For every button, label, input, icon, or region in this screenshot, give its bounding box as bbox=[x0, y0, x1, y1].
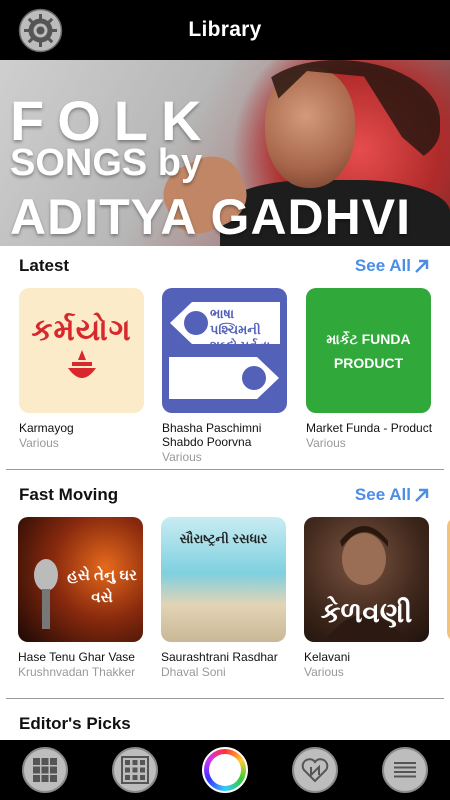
item-title: Hase Tenu Ghar Vase bbox=[18, 650, 135, 664]
grid-alt-icon[interactable] bbox=[112, 747, 158, 793]
section-editors-picks: Editor's Picks bbox=[0, 704, 450, 740]
arrow-up-right-icon bbox=[415, 488, 429, 502]
banner-line-3: ADITYA GADHVI bbox=[10, 189, 412, 245]
list-item[interactable]: કર્મયોગ Karmayog Various bbox=[19, 288, 149, 450]
arrow-up-right-icon bbox=[415, 259, 429, 273]
list-item[interactable]: કેળવણી Kelavani Various bbox=[304, 517, 434, 679]
banner-line-2: SONGS by bbox=[10, 142, 203, 184]
settings-icon[interactable] bbox=[18, 8, 63, 53]
item-title: Saurashtrani Rasdhar bbox=[161, 650, 278, 664]
section-title: Latest bbox=[19, 256, 70, 275]
list-item[interactable]: ભાષા પશ્ચિમની શબ્દો પૂર્વના Bhasha Pasch… bbox=[162, 288, 292, 464]
cover-title: માર્કેટ FUNDA PRODUCT bbox=[326, 330, 411, 371]
section-title: Editor's Picks bbox=[19, 714, 131, 733]
see-all-link[interactable]: See All bbox=[355, 485, 430, 505]
item-author: Various bbox=[306, 436, 346, 450]
tile-row: કર્મયોગ Karmayog Various ભાષા પશ્ચિમની શ… bbox=[0, 288, 450, 468]
bottom-nav bbox=[0, 740, 450, 800]
item-title: Karmayog bbox=[19, 421, 74, 435]
lamp-icon bbox=[67, 349, 96, 378]
cover-title: હસે તેનુ ઘર વસે bbox=[67, 567, 137, 606]
item-title: Market Funda - Product bbox=[306, 421, 433, 435]
color-wheel-center bbox=[209, 754, 241, 786]
item-author: Various bbox=[162, 450, 202, 464]
color-wheel-icon[interactable] bbox=[202, 747, 248, 793]
heart-icon[interactable] bbox=[292, 747, 338, 793]
cover-title: કર્મયોગ bbox=[31, 313, 132, 347]
cover-image: સૌરાષ્ટ્રની રસધાર bbox=[161, 517, 286, 642]
divider bbox=[6, 698, 444, 699]
see-all-label: See All bbox=[354, 485, 411, 504]
see-all-link[interactable]: See All bbox=[355, 256, 430, 276]
section-title: Fast Moving bbox=[19, 485, 119, 504]
see-all-label: See All bbox=[354, 256, 411, 275]
cover-image: ભાષા પશ્ચિમની શબ્દો પૂર્વના bbox=[162, 288, 287, 413]
grid-icon[interactable] bbox=[22, 747, 68, 793]
cover-title: કેળવણી bbox=[320, 597, 413, 628]
menu-lines-icon[interactable] bbox=[382, 747, 428, 793]
cover-image: કેળવણી bbox=[304, 517, 429, 642]
item-author: Dhaval Soni bbox=[161, 665, 226, 679]
section-fast-moving: Fast Moving See All હસે તેનુ ઘર વસે Hase… bbox=[0, 475, 450, 700]
cover-image: માર્કેટ FUNDA PRODUCT bbox=[306, 288, 431, 413]
cover-title: સૌરાષ્ટ્રની રસધાર bbox=[179, 531, 268, 546]
divider bbox=[6, 469, 444, 470]
cover-title: ભાષા પશ્ચિમની શબ્દો પૂર્વના bbox=[210, 306, 271, 353]
list-item[interactable]: હસે તેનુ ઘર વસે Hase Tenu Ghar Vase Krus… bbox=[18, 517, 148, 679]
featured-banner[interactable]: FOLK SONGS by ADITYA GADHVI bbox=[0, 60, 450, 246]
list-item[interactable]: સૌરાષ્ટ્રની રસધાર Saurashtrani Rasdhar D… bbox=[161, 517, 291, 679]
tile-row: હસે તેનુ ઘર વસે Hase Tenu Ghar Vase Krus… bbox=[0, 517, 450, 697]
list-item[interactable]: માર્કેટ FUNDA PRODUCT Market Funda - Pro… bbox=[306, 288, 436, 450]
cover-image: કર્મયોગ bbox=[19, 288, 144, 413]
page-title: Library bbox=[188, 18, 262, 41]
item-author: Various bbox=[19, 436, 59, 450]
item-title: Kelavani bbox=[304, 650, 351, 664]
cover-image: હસે તેનુ ઘર વસે bbox=[18, 517, 143, 642]
section-latest: Latest See All કર્મયોગ Karmayog Various bbox=[0, 246, 450, 471]
item-title: Bhasha Paschimni Shabdo Poorvna bbox=[162, 421, 262, 449]
item-author: Various bbox=[304, 665, 344, 679]
top-bar: Library bbox=[0, 0, 450, 60]
item-author: Krushnvadan Thakker bbox=[18, 665, 136, 679]
